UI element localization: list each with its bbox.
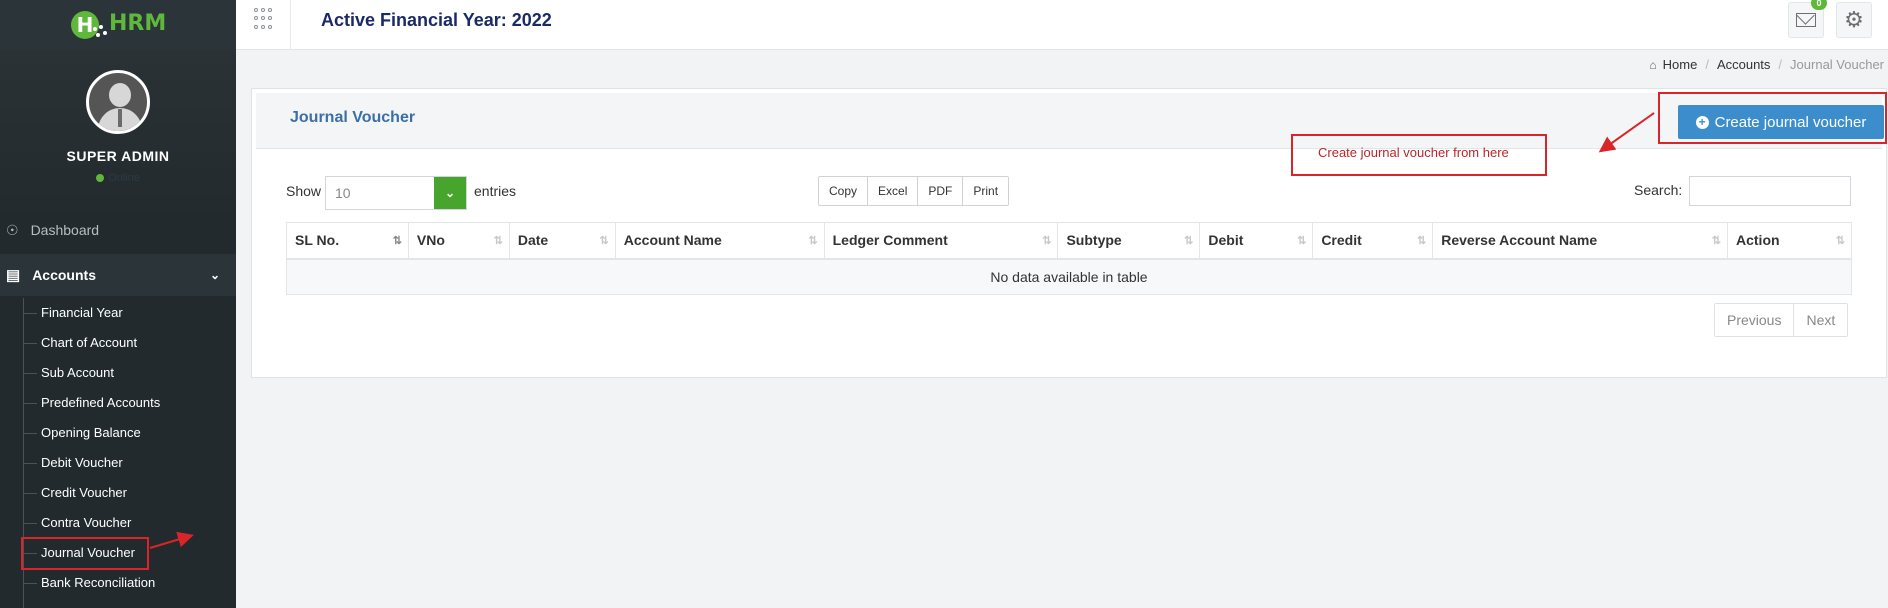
apps-grid-icon[interactable] — [254, 8, 276, 30]
dashboard-icon: ☉ — [6, 221, 19, 238]
sidebar-item-chart-of-account[interactable]: Chart of Account — [22, 335, 137, 350]
sort-icon: ⇅ — [493, 235, 503, 247]
show-label: Show — [286, 183, 322, 199]
online-dot-icon — [96, 174, 105, 182]
col-date[interactable]: Date ⇅ — [508, 222, 616, 260]
sort-icon: ⇅ — [1184, 235, 1193, 247]
panel-title: Journal Voucher — [290, 109, 416, 126]
col-action[interactable]: Action ⇅ — [1727, 222, 1852, 260]
sort-icon: ⇅ — [1297, 235, 1306, 247]
table-header-row: SL No. ⇅ VNo ⇅ Date ⇅ Account Name ⇅ Ledger … — [286, 222, 1852, 260]
gear-icon: ⚙ — [1844, 7, 1864, 32]
empty-table-message: No data available in table — [286, 258, 1852, 295]
sort-icon: ⇅ — [599, 235, 609, 247]
sidebar-item-label: Dashboard — [30, 222, 100, 238]
mail-count-badge: 0 — [1811, 0, 1827, 10]
sidebar-item-debit-voucher[interactable]: Debit Voucher — [23, 455, 123, 470]
annotation-box-sidebar-item — [21, 537, 149, 570]
settings-button[interactable]: ⚙ — [1836, 2, 1872, 38]
breadcrumb-current: Journal Voucher — [1790, 57, 1884, 72]
user-status: Online — [0, 172, 236, 184]
sidebar-item-financial-year[interactable]: Financial Year — [23, 305, 123, 320]
home-icon: ⌂ — [1649, 57, 1657, 72]
briefcase-icon: ▤ — [6, 267, 21, 284]
entries-label: entries — [474, 183, 517, 199]
breadcrumb: ⌂ Home / Accounts / Journal Voucher — [1649, 57, 1884, 72]
topbar-divider — [290, 0, 291, 50]
pagination: Previous Next — [1714, 303, 1849, 337]
page-length-value: 10 — [335, 185, 351, 201]
search-input[interactable] — [1689, 176, 1851, 206]
breadcrumb-accounts[interactable]: Accounts — [1717, 57, 1770, 72]
excel-button[interactable]: Excel — [868, 177, 919, 205]
mail-icon — [1796, 13, 1816, 27]
previous-page-button[interactable]: Previous — [1715, 304, 1795, 336]
chevron-down-icon: ⌄ — [209, 268, 220, 282]
sidebar-item-label: Accounts — [32, 267, 96, 283]
sidebar-item-bank-reconciliation[interactable]: Bank Reconciliation — [22, 575, 155, 590]
sort-icon: ⇅ — [1417, 235, 1426, 247]
search-label: Search: — [1634, 182, 1683, 198]
col-credit[interactable]: Credit ⇅ — [1312, 222, 1434, 260]
sidebar-item-credit-voucher[interactable]: Credit Voucher — [23, 485, 127, 500]
sidebar-item-dashboard[interactable]: ☉ Dashboard — [0, 212, 236, 248]
user-panel: SUPER ADMIN Online — [0, 50, 236, 225]
sort-icon: ⇅ — [808, 235, 817, 247]
col-sl-no[interactable]: SL No. ⇅ — [286, 222, 409, 260]
chevron-down-icon: ⌄ — [434, 177, 466, 209]
annotation-note: Create journal voucher from here — [1318, 145, 1509, 160]
sidebar-item-accounts[interactable]: ▤ Accounts ⌄ — [0, 254, 236, 296]
print-button[interactable]: Print — [963, 177, 1008, 205]
col-debit[interactable]: Debit ⇅ — [1199, 222, 1314, 260]
page-title: Active Financial Year: 2022 — [321, 10, 552, 30]
col-ledger-comment[interactable]: Ledger Comment ⇅ — [823, 222, 1059, 260]
page-length-select[interactable]: 10 ⌄ — [325, 176, 467, 210]
brand-bar: H HRM — [0, 0, 236, 50]
table-row: No data available in table — [286, 258, 1852, 295]
sidebar-item-sub-account[interactable]: Sub Account — [23, 365, 114, 380]
journal-voucher-table: SL No. ⇅ VNo ⇅ Date ⇅ Account Name ⇅ Ledger … — [286, 222, 1852, 295]
hrm-logo[interactable]: H HRM — [63, 5, 173, 45]
avatar[interactable] — [86, 70, 150, 134]
user-name: SUPER ADMIN — [66, 148, 170, 164]
col-vno[interactable]: VNo ⇅ — [407, 222, 510, 260]
pdf-button[interactable]: PDF — [918, 177, 964, 205]
export-buttons: Copy Excel PDF Print — [818, 176, 1010, 206]
logo-text: HRM — [109, 11, 167, 36]
col-account-name[interactable]: Account Name ⇅ — [614, 222, 825, 260]
sidebar-item-contra-voucher[interactable]: Contra Voucher — [22, 515, 131, 530]
sort-icon: ⇅ — [1711, 235, 1721, 247]
col-subtype[interactable]: Subtype ⇅ — [1057, 222, 1201, 260]
sort-icon: ⇅ — [1835, 235, 1845, 247]
topbar: Active Financial Year: 2022 0 ⚙ — [236, 0, 1888, 50]
sidebar: H HRM SUPER ADMIN Online ☉ Dashboard ▤ A… — [0, 0, 236, 608]
sort-icon: ⇅ — [1042, 235, 1051, 247]
breadcrumb-home[interactable]: Home — [1663, 57, 1698, 72]
copy-button[interactable]: Copy — [819, 177, 869, 205]
col-reverse-account-name[interactable]: Reverse Account Name ⇅ — [1432, 222, 1728, 260]
next-page-button[interactable]: Next — [1794, 304, 1847, 336]
panel-heading: Journal Voucher + Create journal voucher — [256, 93, 1884, 149]
sidebar-item-opening-balance[interactable]: Opening Balance — [23, 425, 141, 440]
user-status-text: Online — [108, 172, 140, 184]
sidebar-item-predefined-accounts[interactable]: Predefined Accounts — [22, 395, 160, 410]
sort-icon: ⇅ — [392, 235, 402, 247]
annotation-box-create-button — [1658, 92, 1887, 144]
